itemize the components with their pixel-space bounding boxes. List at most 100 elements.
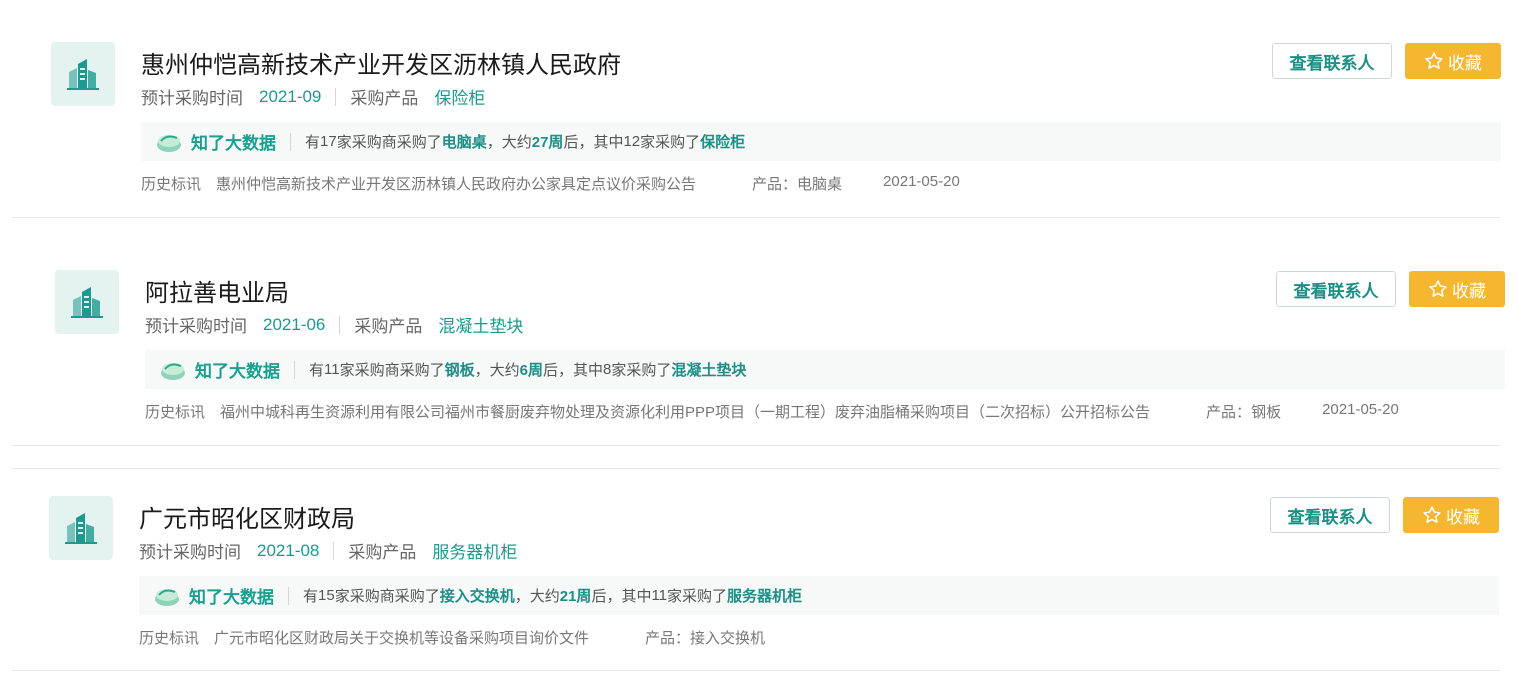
company-name[interactable]: 阿拉善电业局 xyxy=(145,273,289,308)
insight-count: 11 xyxy=(324,361,340,378)
purchase-meta: 预计采购时间 2021-06 采购产品 混凝土垫块 xyxy=(145,312,523,337)
divider xyxy=(333,541,335,560)
insight-weeks: 6周 xyxy=(519,362,543,379)
purchase-time-label: 预计采购时间 xyxy=(145,317,247,336)
bigdata-title: 知了大数据 xyxy=(189,588,274,607)
insight-text: 家采购了 xyxy=(667,588,728,605)
purchase-product-value[interactable]: 保险柜 xyxy=(434,84,485,109)
history-label: 历史标讯 xyxy=(141,176,202,193)
insight-count: 8 xyxy=(603,361,612,378)
bigdata-insight: 知了大数据 有 17 家采购商采购了 电脑桌 ，大约 27周 后，其中 12 家采购了 保险柜 xyxy=(141,122,1501,161)
insight-product-link[interactable]: 钢板 xyxy=(445,359,475,380)
purchase-product-value[interactable]: 混凝土垫块 xyxy=(438,312,523,337)
insight-text: 有 xyxy=(309,362,325,379)
insight-text: 家采购了 xyxy=(640,134,701,151)
insight-text: 家采购商采购了 xyxy=(334,588,440,605)
insight-text: 家采购商采购了 xyxy=(336,134,442,151)
bigdata-logo-icon xyxy=(159,359,187,381)
view-contact-button[interactable]: 查看联系人 xyxy=(1276,271,1396,307)
insight-count: 17 xyxy=(320,133,337,150)
purchase-time-label: 预计采购时间 xyxy=(139,543,241,562)
insight-weeks: 21周 xyxy=(559,588,592,605)
insight-count: 12 xyxy=(623,133,641,150)
divider xyxy=(294,360,295,379)
insight-text: ，大约 xyxy=(514,588,560,605)
purchase-time-value: 2021-06 xyxy=(263,314,326,334)
history-label: 历史标讯 xyxy=(139,630,200,647)
history-date: 2021-05-20 xyxy=(883,173,960,190)
company-name[interactable]: 广元市昭化区财政局 xyxy=(139,499,355,534)
bigdata-logo-icon xyxy=(153,585,181,607)
building-icon xyxy=(49,496,113,560)
insight-product-link[interactable]: 电脑桌 xyxy=(442,131,487,152)
purchase-meta: 预计采购时间 2021-08 采购产品 服务器机柜 xyxy=(139,538,517,563)
purchase-product-label: 采购产品 xyxy=(348,543,417,562)
bigdata-title: 知了大数据 xyxy=(195,362,280,381)
star-icon xyxy=(1425,52,1443,69)
star-icon xyxy=(1429,280,1447,297)
view-contact-button[interactable]: 查看联系人 xyxy=(1272,43,1392,79)
bigdata-insight: 知了大数据 有 15 家采购商采购了 接入交换机 ，大约 21周 后，其中 11 家采购了 服务器… xyxy=(139,576,1499,615)
history-product-value: 电脑桌 xyxy=(797,176,843,193)
history-title-link[interactable]: 惠州仲恺高新技术产业开发区沥林镇人民政府办公家具定点议价采购公告 xyxy=(216,173,696,194)
divider xyxy=(339,315,341,334)
insight-text: 后，其中 xyxy=(591,588,652,605)
bigdata-logo-icon xyxy=(155,131,183,153)
history-label: 历史标讯 xyxy=(145,404,206,421)
history-product-value: 钢板 xyxy=(1251,404,1282,421)
insight-product-link[interactable]: 接入交换机 xyxy=(440,585,515,606)
bigdata-title: 知了大数据 xyxy=(191,134,276,153)
favorite-label: 收藏 xyxy=(1446,507,1480,527)
favorite-button[interactable]: 收藏 xyxy=(1409,271,1505,307)
building-icon xyxy=(51,42,115,106)
favorite-button[interactable]: 收藏 xyxy=(1405,43,1501,79)
favorite-label: 收藏 xyxy=(1448,53,1482,73)
favorite-label: 收藏 xyxy=(1452,281,1486,301)
insight-text: ，大约 xyxy=(474,362,520,379)
procurement-card: 惠州仲恺高新技术产业开发区沥林镇人民政府 预计采购时间 2021-09 采购产品… xyxy=(0,0,1536,218)
favorite-button[interactable]: 收藏 xyxy=(1403,497,1499,533)
history-product-label: 产品： xyxy=(645,630,691,647)
history-title-link[interactable]: 广元市昭化区财政局关于交换机等设备采购项目询价文件 xyxy=(214,627,589,648)
history-notice: 历史标讯 广元市昭化区财政局关于交换机等设备采购项目询价文件 产品：接入交换机 xyxy=(139,627,765,648)
insight-product-link[interactable]: 混凝土垫块 xyxy=(671,359,746,380)
building-icon xyxy=(55,270,119,334)
insight-text: ，大约 xyxy=(486,134,532,151)
insight-text: 后，其中 xyxy=(542,362,603,379)
procurement-card: 阿拉善电业局 预计采购时间 2021-06 采购产品 混凝土垫块 查看联系人 收… xyxy=(4,228,1536,446)
purchase-time-value: 2021-09 xyxy=(259,86,322,106)
divider xyxy=(288,586,289,605)
insight-count: 15 xyxy=(318,587,335,604)
history-title-link[interactable]: 福州中城科再生资源利用有限公司福州市餐厨废弃物处理及资源化利用PPP项目（一期工… xyxy=(220,401,1150,422)
insight-text: 后，其中 xyxy=(563,134,624,151)
purchase-time-label: 预计采购时间 xyxy=(141,89,243,108)
insight-count: 11 xyxy=(651,587,668,604)
purchase-meta: 预计采购时间 2021-09 采购产品 保险柜 xyxy=(141,84,485,109)
history-notice: 历史标讯 福州中城科再生资源利用有限公司福州市餐厨废弃物处理及资源化利用PPP项… xyxy=(145,401,1399,422)
card-divider xyxy=(12,670,1500,671)
insight-text: 家采购了 xyxy=(611,362,672,379)
insight-weeks: 27周 xyxy=(531,134,564,151)
insight-text: 有 xyxy=(305,134,321,151)
purchase-product-label: 采购产品 xyxy=(350,89,419,108)
history-notice: 历史标讯 惠州仲恺高新技术产业开发区沥林镇人民政府办公家具定点议价采购公告 产品… xyxy=(141,173,960,194)
purchase-product-value[interactable]: 服务器机柜 xyxy=(432,538,517,563)
company-name[interactable]: 惠州仲恺高新技术产业开发区沥林镇人民政府 xyxy=(141,45,621,80)
history-product-label: 产品： xyxy=(752,176,798,193)
insight-text: 家采购商采购了 xyxy=(339,362,445,379)
history-product-label: 产品： xyxy=(1206,404,1252,421)
purchase-time-value: 2021-08 xyxy=(257,540,320,560)
purchase-product-label: 采购产品 xyxy=(354,317,423,336)
history-product-value: 接入交换机 xyxy=(690,630,766,647)
history-date: 2021-05-20 xyxy=(1322,401,1399,418)
divider xyxy=(290,132,291,151)
star-icon xyxy=(1423,506,1441,523)
divider xyxy=(335,87,337,106)
card-divider xyxy=(12,445,1500,446)
card-divider xyxy=(12,217,1500,218)
insight-product-link[interactable]: 保险柜 xyxy=(700,131,745,152)
bigdata-insight: 知了大数据 有 11 家采购商采购了 钢板 ，大约 6周 后，其中 8 家采购了 混凝土垫块 xyxy=(145,350,1505,389)
insight-product-link[interactable]: 服务器机柜 xyxy=(727,585,802,606)
procurement-card: 广元市昭化区财政局 预计采购时间 2021-08 采购产品 服务器机柜 查看联系… xyxy=(0,454,1534,672)
view-contact-button[interactable]: 查看联系人 xyxy=(1270,497,1390,533)
